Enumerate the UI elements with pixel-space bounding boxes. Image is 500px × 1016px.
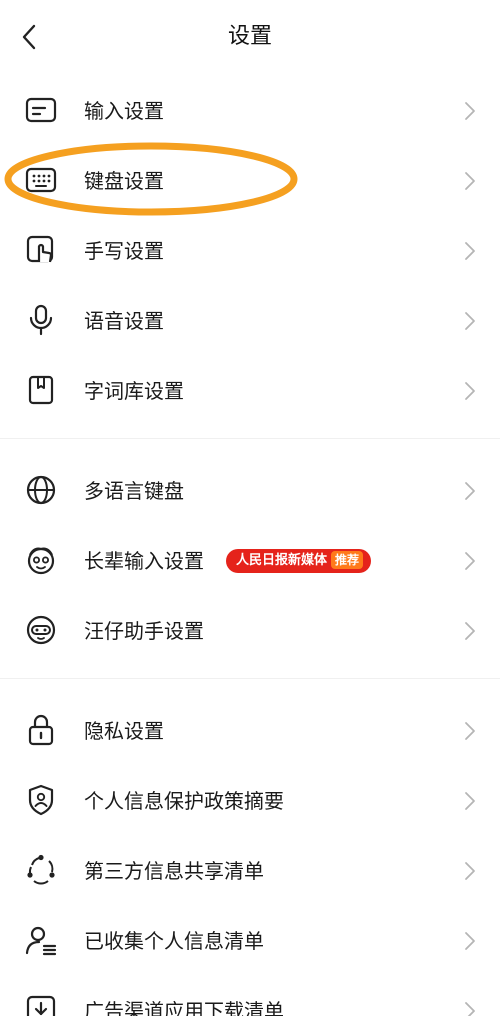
settings-item-voice[interactable]: 语音设置 — [0, 286, 500, 356]
assistant-dog-icon — [24, 613, 58, 647]
page-title: 设置 — [227, 24, 272, 49]
settings-item-label: 已收集个人信息清单 — [84, 929, 264, 953]
settings-item-dictionary[interactable]: 字词库设置 — [0, 356, 500, 426]
settings-item-keyboard[interactable]: 键盘设置 — [0, 146, 500, 216]
lock-icon — [24, 713, 58, 747]
settings-item-elder-input[interactable]: 长辈输入设置 人民日报新媒体 推荐 — [0, 526, 500, 596]
chevron-right-icon — [465, 552, 475, 570]
settings-item-assistant[interactable]: 汪仔助手设置 — [0, 596, 500, 666]
chevron-right-icon — [465, 172, 475, 190]
chevron-right-icon — [465, 382, 475, 400]
input-settings-icon — [24, 93, 58, 127]
settings-item-label: 隐私设置 — [84, 719, 164, 743]
settings-item-input[interactable]: 输入设置 — [0, 76, 500, 146]
settings-item-privacy[interactable]: 隐私设置 — [0, 696, 500, 766]
chevron-right-icon — [465, 482, 475, 500]
settings-item-label: 汪仔助手设置 — [84, 619, 204, 643]
badge-text: 人民日报新媒体 — [236, 553, 328, 568]
chevron-right-icon — [465, 312, 475, 330]
chevron-right-icon — [465, 102, 475, 120]
handwriting-icon — [24, 233, 58, 267]
top-bar: 设置 — [0, 0, 500, 76]
settings-item-multilingual[interactable]: 多语言键盘 — [0, 456, 500, 526]
section-divider — [0, 438, 500, 439]
download-box-icon — [24, 993, 58, 1016]
elder-face-icon — [24, 543, 58, 577]
settings-item-label: 个人信息保护政策摘要 — [84, 789, 284, 813]
badge-tag: 推荐 — [331, 551, 364, 569]
settings-item-ad-downloads[interactable]: 广告渠道应用下载清单 — [0, 976, 500, 1016]
settings-item-label: 第三方信息共享清单 — [84, 859, 264, 883]
settings-item-label: 字词库设置 — [84, 379, 184, 403]
chevron-right-icon — [465, 862, 475, 880]
settings-item-label: 输入设置 — [84, 99, 164, 123]
recommend-badge: 人民日报新媒体 推荐 — [226, 549, 372, 573]
settings-item-collected-info[interactable]: 已收集个人信息清单 — [0, 906, 500, 976]
chevron-right-icon — [465, 722, 475, 740]
section-divider — [0, 678, 500, 679]
chevron-right-icon — [465, 242, 475, 260]
settings-item-label: 手写设置 — [84, 239, 164, 263]
chevron-right-icon — [465, 792, 475, 810]
settings-item-third-party-sharing[interactable]: 第三方信息共享清单 — [0, 836, 500, 906]
chevron-right-icon — [465, 1002, 475, 1016]
share-nodes-icon — [24, 853, 58, 887]
settings-item-label: 长辈输入设置 — [84, 549, 204, 573]
settings-item-label: 广告渠道应用下载清单 — [84, 999, 284, 1016]
settings-item-label: 语音设置 — [84, 309, 164, 333]
dictionary-icon — [24, 373, 58, 407]
chevron-right-icon — [465, 622, 475, 640]
microphone-icon — [24, 303, 58, 337]
globe-icon — [24, 473, 58, 507]
settings-item-handwriting[interactable]: 手写设置 — [0, 216, 500, 286]
user-list-icon — [24, 923, 58, 957]
keyboard-icon — [24, 163, 58, 197]
settings-item-privacy-policy[interactable]: 个人信息保护政策摘要 — [0, 766, 500, 836]
shield-user-icon — [24, 783, 58, 817]
settings-item-label: 多语言键盘 — [84, 479, 184, 503]
chevron-right-icon — [465, 932, 475, 950]
settings-item-label: 键盘设置 — [84, 169, 164, 193]
